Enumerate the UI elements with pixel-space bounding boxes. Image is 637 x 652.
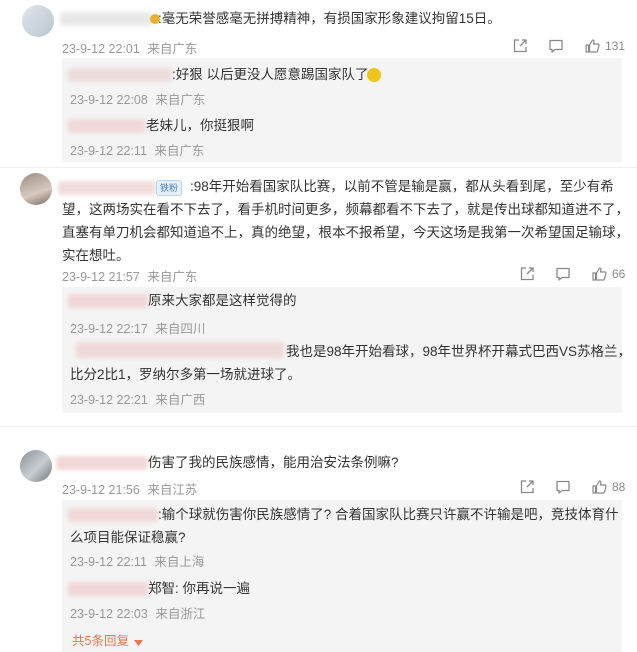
- like-count: 66: [612, 267, 626, 281]
- comment-text-line: 望，这两场实在看不下去了，看手机时间更多，频幕都看不下去了，就是传出球都知道进不…: [62, 202, 629, 217]
- share-icon[interactable]: [512, 38, 528, 54]
- location: 来自四川: [155, 322, 206, 336]
- reply-meta: 23-9-12 22:17 来自四川: [70, 318, 205, 337]
- timestamp: 23-9-12 22:11: [70, 555, 147, 569]
- reply-text-line: 我也是98年开始看球，98年世界杯开幕式巴西VS苏格兰，: [286, 344, 632, 359]
- location: 来自广东: [147, 270, 198, 284]
- more-replies-label: 共5条回复: [72, 634, 129, 648]
- reply-text: 老妹儿，你挺狠啊: [146, 118, 254, 133]
- divider: [0, 426, 637, 427]
- location: 来自浙江: [155, 607, 206, 621]
- comment-text: 伤害了我的民族感情，能用治安法条例嘛?: [148, 455, 399, 470]
- like-button[interactable]: 131: [584, 38, 625, 54]
- reply-meta: 23-9-12 22:11 来自上海: [70, 551, 204, 570]
- reply-text: 郑智: 你再说一遍: [148, 581, 251, 596]
- username-redacted[interactable]: [56, 456, 148, 470]
- location: 来自广西: [155, 393, 206, 407]
- username-redacted[interactable]: [68, 508, 158, 522]
- avatar[interactable]: [20, 173, 52, 205]
- divider: [0, 167, 637, 168]
- timestamp: 23-9-12 21:56: [62, 483, 140, 497]
- like-count: 131: [605, 39, 626, 53]
- reply-text-line: 比分2比1，罗纳尔多第一场就进球了。: [70, 367, 302, 382]
- reply-text: :好狠 以后更没人愿意踢国家队了: [172, 67, 369, 82]
- comment-meta: 23-9-12 21:57 来自广东: [62, 266, 197, 285]
- timestamp: 23-9-12 22:17: [70, 322, 148, 336]
- comment-icon[interactable]: [555, 479, 571, 495]
- like-icon: [585, 39, 600, 53]
- like-icon: [592, 267, 607, 281]
- like-button[interactable]: 88: [591, 479, 625, 495]
- reply-meta: 23-9-12 22:08 来自广东: [70, 89, 205, 108]
- comment-actions: 66: [519, 264, 625, 284]
- comment-meta: 23-9-12 21:56 来自江苏: [62, 479, 197, 498]
- reply-text-line: 么项目能保证稳赢?: [70, 530, 186, 545]
- comment-actions: 88: [519, 477, 625, 497]
- comment-icon[interactable]: [555, 266, 571, 282]
- timestamp: 23-9-12 22:21: [70, 393, 148, 407]
- reply-meta: 23-9-12 22:21 来自广西: [70, 389, 205, 408]
- share-icon[interactable]: [519, 479, 535, 495]
- timestamp: 23-9-12 22:08: [70, 93, 148, 107]
- location: 来自广东: [147, 42, 198, 56]
- emoji-icon: [367, 68, 381, 82]
- comment-text-line: 直塞有单刀机会都知道追不上，真的绝望，根本不报希望，今天这场是我第一次希望国足输…: [62, 225, 629, 240]
- timestamp: 23-9-12 22:01: [62, 42, 140, 56]
- username-redacted[interactable]: [68, 294, 148, 308]
- location: 来自广东: [154, 144, 205, 158]
- location: 来自广东: [155, 93, 206, 107]
- timestamp: 23-9-12 21:57: [62, 270, 140, 284]
- like-count: 88: [612, 480, 626, 494]
- timestamp: 23-9-12 22:11: [70, 144, 147, 158]
- username-redacted[interactable]: [58, 181, 156, 195]
- location: 来自上海: [154, 555, 205, 569]
- more-replies-link[interactable]: 共5条回复: [72, 630, 144, 649]
- comment-meta: 23-9-12 22:01 来自广东: [62, 38, 197, 57]
- timestamp: 23-9-12 22:03: [70, 607, 148, 621]
- comment-text-line: 实在想吐。: [62, 248, 130, 263]
- avatar[interactable]: [20, 450, 52, 482]
- reply-meta: 23-9-12 22:03 来自浙江: [70, 603, 205, 622]
- reply-text-line: :输个球就伤害你民族感情了? 合着国家队比赛只许赢不许输是吧，竞技体育什: [158, 507, 619, 522]
- chevron-down-icon: [134, 635, 144, 649]
- reply-meta: 23-9-12 22:11 来自广东: [70, 140, 204, 159]
- comment-text: :毫无荣誉感毫无拼搏精神，有损国家形象建议拘留15日。: [158, 11, 501, 26]
- username-redacted[interactable]: [68, 68, 172, 82]
- location: 来自江苏: [147, 483, 198, 497]
- reply-text: 原来大家都是这样觉得的: [148, 293, 297, 308]
- avatar[interactable]: [22, 5, 54, 37]
- comment-icon[interactable]: [548, 38, 564, 54]
- username-redacted[interactable]: [68, 582, 148, 596]
- like-icon: [592, 480, 607, 494]
- comment-text-line: :98年开始看国家队比赛，以前不管是输是赢，都从头看到尾，至少有希: [190, 179, 614, 194]
- like-button[interactable]: 66: [591, 266, 625, 282]
- fan-badge: 铁粉: [156, 180, 183, 196]
- username-redacted[interactable]: [76, 342, 284, 358]
- username-redacted[interactable]: [68, 119, 146, 133]
- share-icon[interactable]: [519, 266, 535, 282]
- comment-actions: 131: [512, 36, 625, 56]
- username-redacted[interactable]: [60, 12, 152, 26]
- badge-label: 铁粉: [160, 183, 179, 193]
